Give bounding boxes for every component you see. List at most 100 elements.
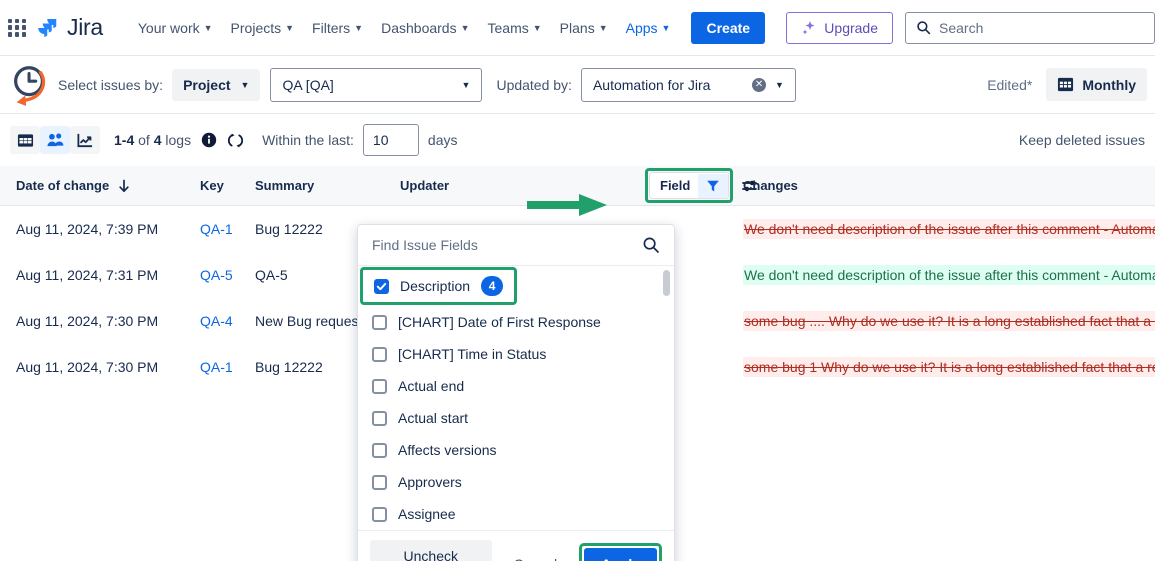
dropdown-scrollbar-thumb[interactable] [663, 270, 670, 296]
cancel-button[interactable]: Cancel [502, 548, 570, 561]
field-options-list: Description 4 [CHART] Date of First Resp… [358, 266, 674, 530]
field-filter-button[interactable]: Field [649, 172, 729, 199]
search-icon [642, 236, 660, 254]
scope-select[interactable]: Project ▼ [172, 69, 260, 101]
checkbox-icon[interactable] [372, 315, 387, 330]
field-option-count-badge: 4 [481, 276, 503, 296]
column-header-key[interactable]: Key [200, 178, 255, 193]
checkbox-icon[interactable] [372, 347, 387, 362]
apply-button-highlight: Apply [579, 543, 662, 561]
monthly-period-button[interactable]: Monthly [1046, 68, 1147, 101]
column-header-changes[interactable]: Changes [743, 178, 1155, 193]
chevron-down-icon: ▼ [462, 81, 471, 90]
field-option-chart-time-in-status[interactable]: [CHART] Time in Status [358, 338, 674, 370]
nav-item-apps[interactable]: Apps ▼ [617, 14, 680, 42]
chevron-down-icon: ▼ [461, 24, 470, 33]
change-text-removed: some bug .... Why do we use it? It is a … [743, 311, 1155, 331]
jira-logo-home-link[interactable]: Jira [36, 14, 103, 41]
nav-label: Plans [560, 20, 595, 36]
view-toggle-chart[interactable] [70, 126, 100, 154]
clear-x-icon[interactable]: ✕ [752, 78, 766, 92]
log-count: 1-4 of 4 logs [114, 132, 191, 148]
search-icon [916, 20, 931, 35]
primary-nav-items: Your work ▼ Projects ▼ Filters ▼ Dashboa… [129, 14, 680, 42]
issue-key-link[interactable]: QA-4 [200, 313, 233, 329]
search-placeholder: Search [939, 20, 983, 36]
issue-key-link[interactable]: QA-5 [200, 267, 233, 283]
field-search-input[interactable]: Find Issue Fields [358, 225, 674, 266]
cell-changes: some bug .... Why do we use it? It is a … [743, 311, 1155, 331]
nav-item-plans[interactable]: Plans ▼ [551, 14, 617, 42]
field-option-approvers[interactable]: Approvers [358, 466, 674, 498]
checkbox-icon[interactable] [372, 507, 387, 522]
cell-date: Aug 11, 2024, 7:30 PM [0, 313, 200, 329]
checkbox-icon[interactable] [372, 443, 387, 458]
project-select[interactable]: QA [QA] ▼ [270, 68, 482, 102]
info-icon[interactable] [201, 132, 217, 148]
monthly-label: Monthly [1082, 77, 1136, 93]
field-option-actual-end[interactable]: Actual end [358, 370, 674, 402]
cell-key: QA-1 [200, 221, 255, 237]
field-option-affects-versions[interactable]: Affects versions [358, 434, 674, 466]
nav-label: Projects [231, 20, 282, 36]
filter-bar-right-group: Edited* Monthly [987, 68, 1147, 101]
funnel-filter-icon[interactable] [698, 174, 728, 198]
issue-key-link[interactable]: QA-1 [200, 359, 233, 375]
nav-item-teams[interactable]: Teams ▼ [479, 14, 551, 42]
nav-item-projects[interactable]: Projects ▼ [222, 14, 304, 42]
issue-key-link[interactable]: QA-1 [200, 221, 233, 237]
checkbox-icon[interactable] [372, 379, 387, 394]
results-toolbar: 1-4 of 4 logs Within the last: days Keep… [0, 114, 1155, 166]
jira-issue-history-page: Jira Your work ▼ Projects ▼ Filters ▼ Da… [0, 0, 1155, 561]
field-option-chart-date-of-first-response[interactable]: [CHART] Date of First Response [358, 306, 674, 338]
nav-item-filters[interactable]: Filters ▼ [303, 14, 372, 42]
apply-button[interactable]: Apply [584, 548, 657, 561]
view-toggle-people[interactable] [40, 126, 70, 154]
search-input[interactable]: Search [905, 12, 1155, 44]
upgrade-button[interactable]: Upgrade [786, 12, 893, 44]
checkbox-checked-icon[interactable] [374, 279, 389, 294]
log-range: 1-4 [114, 132, 134, 148]
field-option-label: Actual end [398, 378, 464, 394]
uncheck-selected-button[interactable]: Uncheck selected [370, 540, 492, 561]
column-header-updater[interactable]: Updater [400, 178, 645, 193]
view-toggle-table[interactable] [10, 126, 40, 154]
log-unit: logs [165, 132, 191, 148]
filter-bar: Select issues by: Project ▼ QA [QA] ▼ Up… [0, 56, 1155, 114]
brand-name: Jira [67, 14, 103, 41]
days-input[interactable] [363, 124, 419, 156]
selected-option-highlight: Description 4 [360, 267, 517, 305]
nav-item-your-work[interactable]: Your work ▼ [129, 14, 222, 42]
cell-date: Aug 11, 2024, 7:30 PM [0, 359, 200, 375]
refresh-icon[interactable] [227, 132, 244, 149]
grid-apps-icon[interactable] [6, 17, 28, 39]
change-text-removed: We don't need description of the issue a… [743, 219, 1155, 239]
calendar-grid-icon [1057, 76, 1074, 93]
view-toggle-group [10, 126, 100, 154]
cell-changes: some bug 1 Why do we use it? It is a lon… [743, 357, 1155, 377]
checkbox-icon[interactable] [372, 411, 387, 426]
upgrade-label: Upgrade [824, 20, 878, 36]
cell-key: QA-1 [200, 359, 255, 375]
clock-history-icon [8, 63, 52, 107]
create-button[interactable]: Create [691, 12, 765, 44]
cell-date: Aug 11, 2024, 7:31 PM [0, 267, 200, 283]
field-option-label: Actual start [398, 410, 468, 426]
nav-item-dashboards[interactable]: Dashboards ▼ [372, 14, 478, 42]
field-option-label: [CHART] Time in Status [398, 346, 546, 362]
column-header-date[interactable]: Date of change [0, 178, 200, 193]
line-chart-icon [76, 132, 94, 149]
nav-label: Teams [488, 20, 529, 36]
arrow-down-icon [117, 179, 131, 193]
field-label: Field [650, 173, 698, 198]
field-option-description[interactable]: Description 4 [358, 266, 674, 306]
updated-by-select[interactable]: Automation for Jira ✕ ▼ [581, 68, 796, 102]
field-option-label: Approvers [398, 474, 462, 490]
field-option-assignee[interactable]: Assignee [358, 498, 674, 530]
field-option-actual-start[interactable]: Actual start [358, 402, 674, 434]
column-header-summary[interactable]: Summary [255, 178, 400, 193]
top-navigation-bar: Jira Your work ▼ Projects ▼ Filters ▼ Da… [0, 0, 1155, 56]
sparkle-icon [801, 20, 817, 36]
chevron-down-icon: ▼ [241, 81, 250, 90]
checkbox-icon[interactable] [372, 475, 387, 490]
